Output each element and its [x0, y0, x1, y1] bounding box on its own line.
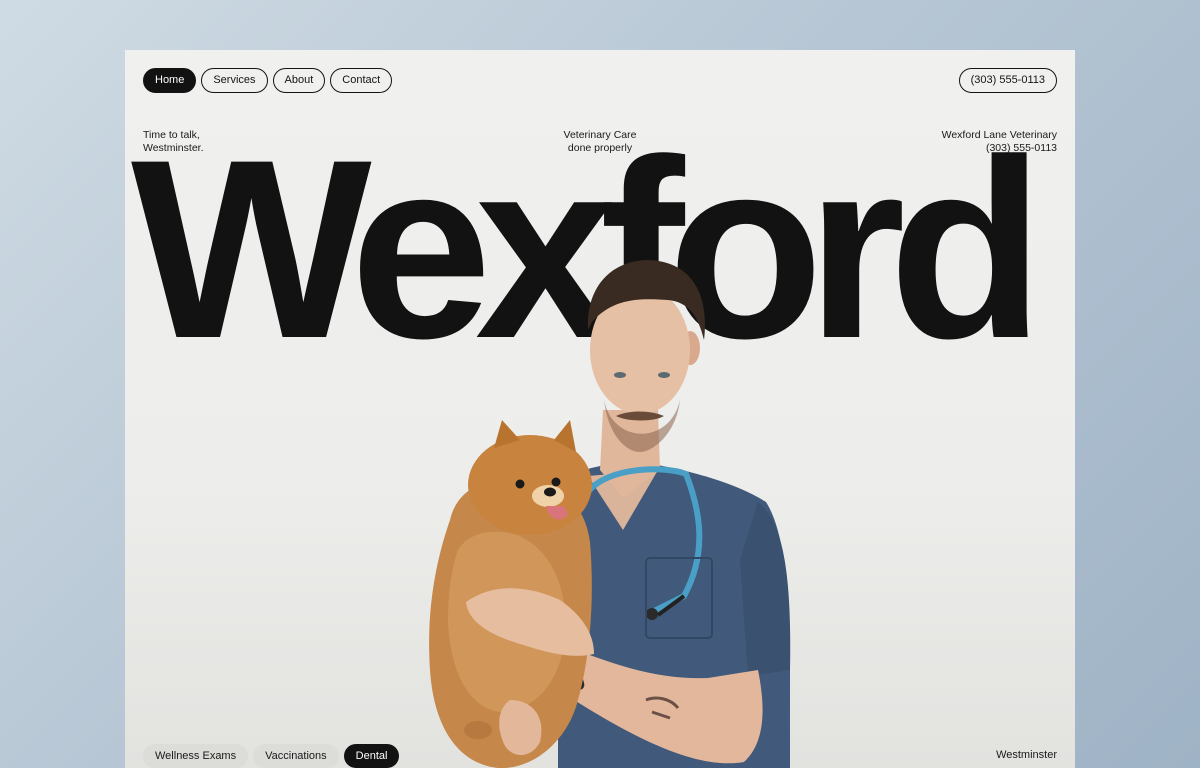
- site-page: Home Services About Contact (303) 555-01…: [125, 50, 1075, 768]
- main-nav: Home Services About Contact: [143, 68, 393, 93]
- nav-about-button[interactable]: About: [272, 68, 326, 93]
- service-tags: Wellness Exams Vaccinations Dental: [143, 744, 400, 768]
- vet-with-dog-photo: [429, 260, 791, 768]
- nav-contact-button[interactable]: Contact: [330, 68, 393, 93]
- tag-wellness-exams[interactable]: Wellness Exams: [143, 744, 249, 768]
- footer-location: Westminster: [996, 749, 1057, 761]
- phone-button[interactable]: (303) 555-0113: [958, 68, 1057, 93]
- nav-home-button[interactable]: Home: [143, 68, 197, 93]
- tag-dental[interactable]: Dental: [343, 744, 400, 768]
- nav-services-button[interactable]: Services: [201, 68, 268, 93]
- tag-vaccinations[interactable]: Vaccinations: [253, 744, 339, 768]
